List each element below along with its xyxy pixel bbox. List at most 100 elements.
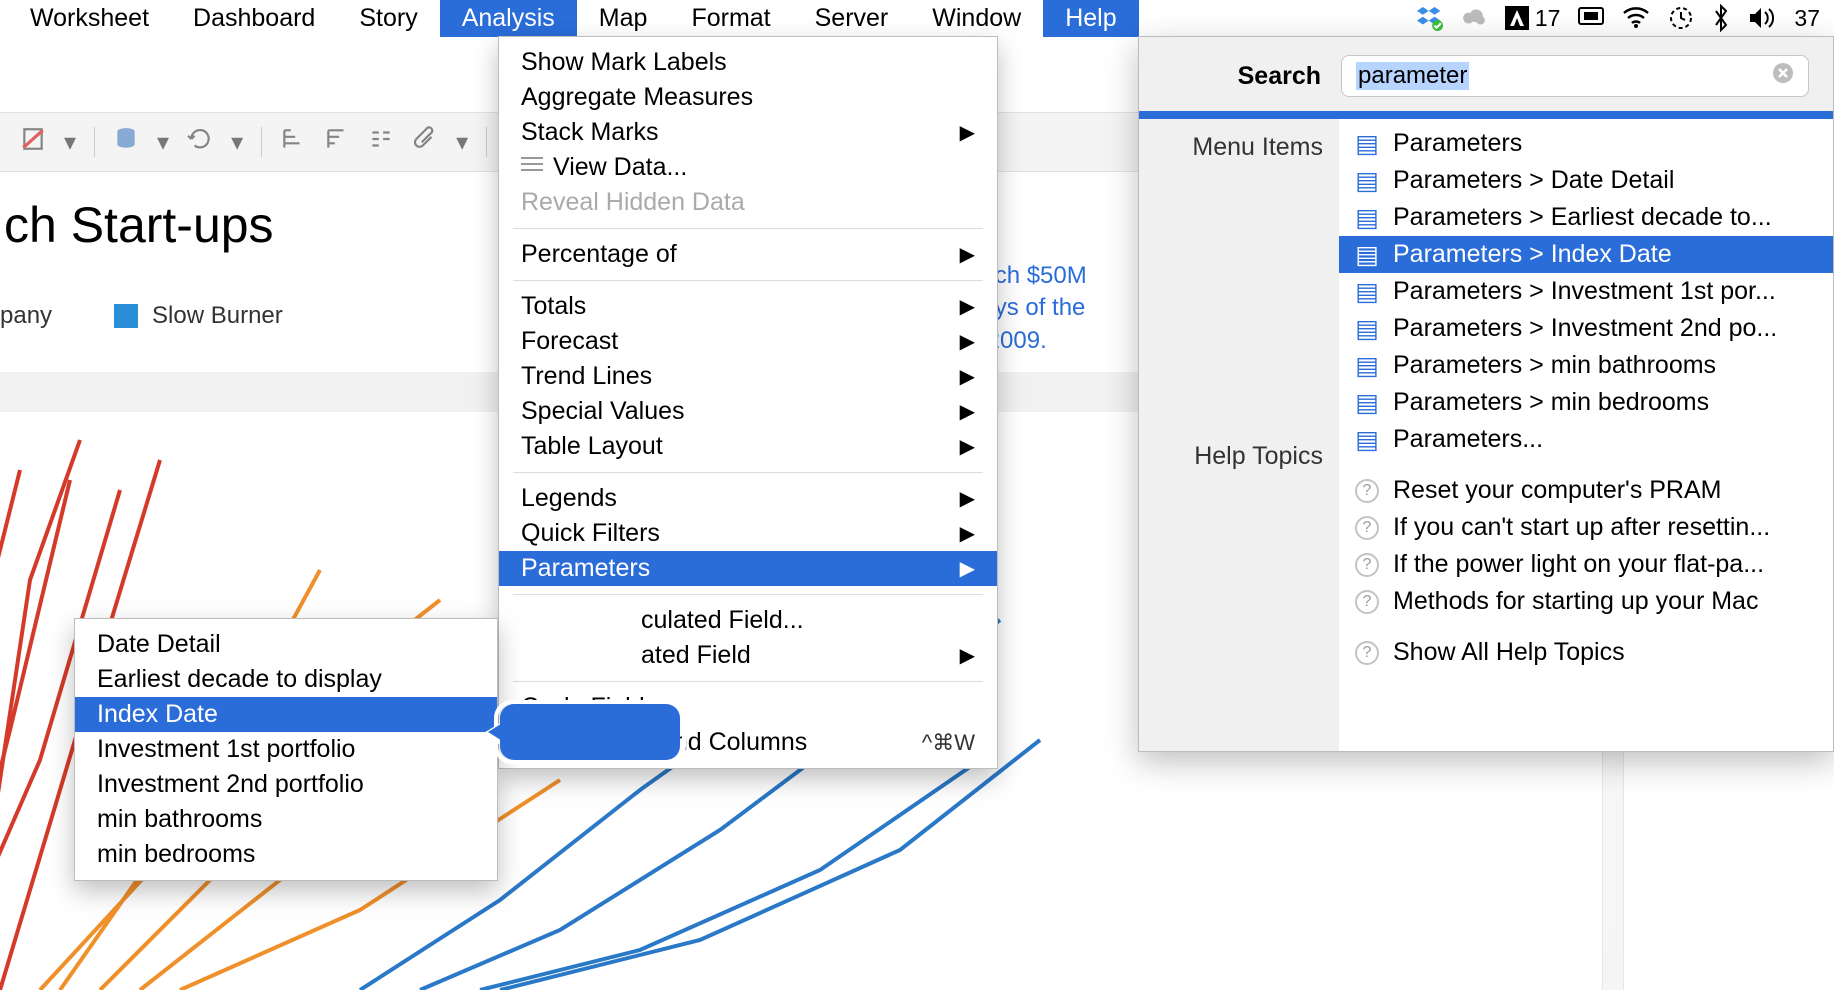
menu-map[interactable]: Map xyxy=(577,0,670,37)
param-earliest-decade[interactable]: Earliest decade to display xyxy=(75,662,497,697)
menu-result-icon: ▤ xyxy=(1355,169,1379,193)
tool-sort-desc-icon[interactable] xyxy=(324,126,350,159)
help-topic-icon: ? xyxy=(1355,479,1379,503)
menubar: Worksheet Dashboard Story Analysis Map F… xyxy=(0,0,1834,36)
menu-special-values[interactable]: Special Values▶ xyxy=(499,394,997,429)
menu-show-mark-labels[interactable]: Show Mark Labels xyxy=(499,45,997,80)
menu-stack-marks[interactable]: Stack Marks▶ xyxy=(499,115,997,150)
menu-result-icon: ▤ xyxy=(1355,132,1379,156)
help-topic-icon: ? xyxy=(1355,590,1379,614)
page-title: ch Start-ups xyxy=(4,196,274,254)
chevron-right-icon: ▶ xyxy=(960,364,975,389)
param-investment-2nd[interactable]: Investment 2nd portfolio xyxy=(75,767,497,802)
dropbox-icon[interactable] xyxy=(1417,5,1443,31)
menu-window[interactable]: Window xyxy=(910,0,1043,37)
clear-icon[interactable] xyxy=(1772,62,1794,90)
param-min-bathrooms[interactable]: min bathrooms xyxy=(75,802,497,837)
help-result-min-bathrooms[interactable]: ▤Parameters > min bathrooms xyxy=(1339,347,1833,384)
analysis-menu: Show Mark Labels Aggregate Measures Stac… xyxy=(498,36,998,769)
menu-analysis[interactable]: Analysis xyxy=(440,0,577,37)
tool-sort-asc-icon[interactable] xyxy=(280,126,306,159)
help-topic-icon: ? xyxy=(1355,553,1379,577)
help-result-min-bedrooms[interactable]: ▤Parameters > min bedrooms xyxy=(1339,384,1833,421)
bluetooth-icon[interactable] xyxy=(1712,4,1730,32)
param-date-detail[interactable]: Date Detail xyxy=(75,627,497,662)
help-result-investment-1st[interactable]: ▤Parameters > Investment 1st por... xyxy=(1339,273,1833,310)
help-topic-icon: ? xyxy=(1355,516,1379,540)
tool-delete-icon[interactable] xyxy=(20,126,46,159)
menu-worksheet[interactable]: Worksheet xyxy=(8,0,171,37)
display-icon[interactable] xyxy=(1578,7,1604,29)
legend-label-left: pany xyxy=(0,302,52,330)
view-data-icon xyxy=(521,157,543,175)
help-topic-cant-start[interactable]: ?If you can't start up after resettin... xyxy=(1339,509,1833,546)
help-search-box[interactable]: parameter xyxy=(1341,55,1809,97)
adobe-icon[interactable]: 17 xyxy=(1505,5,1561,32)
chevron-right-icon: ▶ xyxy=(960,242,975,267)
status-icons: 17 37 xyxy=(1417,4,1826,32)
help-result-earliest-decade[interactable]: ▤Parameters > Earliest decade to... xyxy=(1339,199,1833,236)
tool-group-icon[interactable] xyxy=(368,126,394,159)
parameters-submenu: Date Detail Earliest decade to display I… xyxy=(74,618,498,881)
menu-totals[interactable]: Totals▶ xyxy=(499,289,997,324)
chevron-right-icon: ▶ xyxy=(960,399,975,424)
legend: pany Slow Burner xyxy=(0,302,283,330)
volume-icon[interactable] xyxy=(1748,6,1776,30)
tool-attach-icon[interactable] xyxy=(412,126,438,159)
menu-result-icon: ▤ xyxy=(1355,317,1379,341)
help-topic-pram[interactable]: ?Reset your computer's PRAM xyxy=(1339,472,1833,509)
tool-datasource-icon[interactable] xyxy=(113,126,139,159)
help-pointer-marker xyxy=(500,704,680,760)
menu-result-icon: ▤ xyxy=(1355,243,1379,267)
timemachine-icon[interactable] xyxy=(1668,5,1694,31)
param-min-bedrooms[interactable]: min bedrooms xyxy=(75,837,497,872)
param-investment-1st[interactable]: Investment 1st portfolio xyxy=(75,732,497,767)
help-show-all-topics[interactable]: ?Show All Help Topics xyxy=(1339,634,1833,671)
menu-format[interactable]: Format xyxy=(669,0,792,37)
menu-result-icon: ▤ xyxy=(1355,280,1379,304)
menu-dashboard[interactable]: Dashboard xyxy=(171,0,337,37)
chevron-right-icon: ▶ xyxy=(960,486,975,511)
wifi-icon[interactable] xyxy=(1622,7,1650,29)
help-topic-startup-methods[interactable]: ?Methods for starting up your Mac xyxy=(1339,583,1833,620)
help-section-help-topics: Help Topics xyxy=(1139,442,1323,471)
menu-view-data[interactable]: View Data... xyxy=(499,150,997,185)
help-search-label: Search xyxy=(1238,62,1321,91)
menu-parameters[interactable]: Parameters▶ xyxy=(499,551,997,586)
tool-refresh-icon[interactable] xyxy=(187,126,213,159)
help-result-parameters[interactable]: ▤Parameters xyxy=(1339,125,1833,162)
menu-table-layout[interactable]: Table Layout▶ xyxy=(499,429,997,464)
menu-result-icon: ▤ xyxy=(1355,206,1379,230)
chevron-right-icon: ▶ xyxy=(960,556,975,581)
cloud-sync-icon[interactable] xyxy=(1461,5,1487,31)
chevron-right-icon: ▶ xyxy=(960,329,975,354)
menu-help[interactable]: Help xyxy=(1043,0,1138,37)
menu-legends[interactable]: Legends▶ xyxy=(499,481,997,516)
menu-result-icon: ▤ xyxy=(1355,354,1379,378)
menu-edit-calculated-field[interactable]: ated Field▶ xyxy=(499,638,997,673)
param-index-date[interactable]: Index Date xyxy=(75,697,497,732)
chevron-right-icon: ▶ xyxy=(960,521,975,546)
chevron-right-icon: ▶ xyxy=(960,294,975,319)
menu-trend-lines[interactable]: Trend Lines▶ xyxy=(499,359,997,394)
help-search-panel: Search parameter Menu Items Help Topics … xyxy=(1138,36,1834,752)
menu-server[interactable]: Server xyxy=(793,0,911,37)
help-topic-power-light[interactable]: ?If the power light on your flat-pa... xyxy=(1339,546,1833,583)
menu-forecast[interactable]: Forecast▶ xyxy=(499,324,997,359)
legend-swatch-blue xyxy=(114,304,138,328)
help-result-index-date[interactable]: ▤Parameters > Index Date xyxy=(1339,236,1833,273)
menu-create-calculated-field[interactable]: culated Field... xyxy=(499,603,997,638)
help-sections: Menu Items Help Topics xyxy=(1139,119,1339,751)
help-result-date-detail[interactable]: ▤Parameters > Date Detail xyxy=(1339,162,1833,199)
menu-percentage-of[interactable]: Percentage of▶ xyxy=(499,237,997,272)
help-result-investment-2nd[interactable]: ▤Parameters > Investment 2nd po... xyxy=(1339,310,1833,347)
menu-quick-filters[interactable]: Quick Filters▶ xyxy=(499,516,997,551)
chevron-right-icon: ▶ xyxy=(960,434,975,459)
menu-story[interactable]: Story xyxy=(337,0,439,37)
battery-percent: 37 xyxy=(1794,5,1820,32)
help-section-menu-items: Menu Items xyxy=(1139,133,1323,162)
menu-aggregate-measures[interactable]: Aggregate Measures xyxy=(499,80,997,115)
menu-result-icon: ▤ xyxy=(1355,391,1379,415)
help-result-parameters-ell[interactable]: ▤Parameters... xyxy=(1339,421,1833,458)
help-topic-icon: ? xyxy=(1355,641,1379,665)
